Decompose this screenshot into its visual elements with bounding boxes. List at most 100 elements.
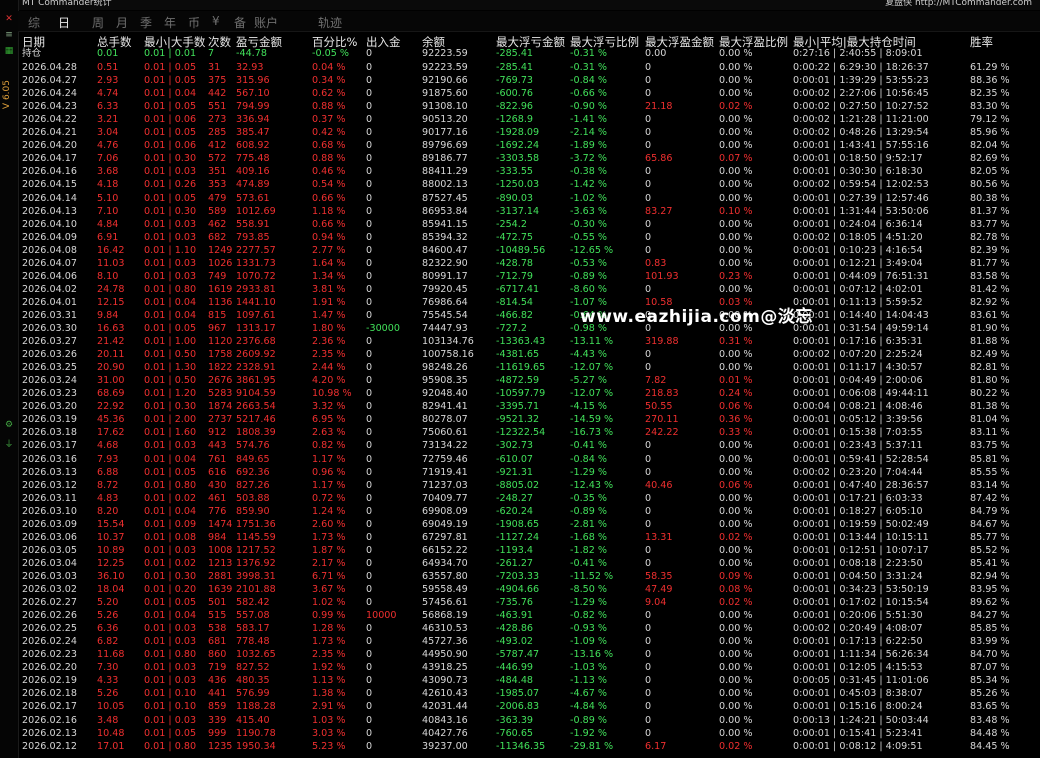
table-cell: 85.96 % bbox=[970, 127, 1010, 139]
table-cell: 0.01 | 0.05 bbox=[144, 323, 197, 334]
table-row[interactable]: 2026.03.13 6.88 0.01 | 0.05 616 692.36 0.96 %… bbox=[22, 466, 1040, 479]
table-cell: -1268.9 bbox=[496, 114, 534, 126]
table-cell: 0.42 % bbox=[312, 127, 346, 139]
table-row[interactable]: 2026.02.27 5.20 0.01 | 0.05 501 582.42 1.02 %… bbox=[22, 596, 1040, 609]
tab-4[interactable]: 季 bbox=[140, 14, 152, 31]
table-row[interactable]: 2026.03.10 8.20 0.01 | 0.04 776 859.90 1.24 %… bbox=[22, 505, 1040, 518]
table-cell: 17.62 bbox=[97, 427, 125, 439]
table-row[interactable]: 2026.03.02 18.04 0.01 | 0.20 1639 2101.88 3.6… bbox=[22, 583, 1040, 596]
table-row[interactable]: 2026.04.08 16.42 0.01 | 1.10 1249 2277.57 2.7… bbox=[22, 244, 1040, 257]
table-row[interactable]: 2026.02.19 4.33 0.01 | 0.03 436 480.35 1.13 %… bbox=[22, 674, 1040, 687]
table-cell: 101.93 bbox=[645, 270, 679, 282]
table-row[interactable]: 2026.03.31 9.84 0.01 | 0.04 815 1097.61 1.47 … bbox=[22, 309, 1040, 322]
table-cell: 0:00:01 | 0:08:18 | 2:23:50 bbox=[793, 557, 923, 569]
table-row[interactable]: 2026.04.24 4.74 0.01 | 0.04 442 567.10 0.62 %… bbox=[22, 87, 1040, 100]
table-row[interactable]: 2026.02.12 17.01 0.01 | 0.80 1235 1950.34 5.2… bbox=[22, 740, 1040, 753]
table-row[interactable]: 2026.03.11 4.83 0.01 | 0.02 461 503.88 0.72 %… bbox=[22, 492, 1040, 505]
table-cell: 82.39 % bbox=[970, 244, 1010, 256]
table-row[interactable]: 2026.02.25 6.36 0.01 | 0.03 538 583.17 1.28 %… bbox=[22, 622, 1040, 635]
table-cell: 567.10 bbox=[236, 88, 270, 100]
table-row[interactable]: 2026.03.06 10.37 0.01 | 0.08 984 1145.59 1.73… bbox=[22, 531, 1040, 544]
table-row[interactable]: 2026.04.01 12.15 0.01 | 0.04 1136 1441.10 1.9… bbox=[22, 296, 1040, 309]
table-row[interactable]: 2026.03.17 4.68 0.01 | 0.03 443 574.76 0.82 %… bbox=[22, 439, 1040, 452]
table-row[interactable]: 2026.03.03 36.10 0.01 | 0.30 2881 3998.31 6.7… bbox=[22, 570, 1040, 583]
tab-5[interactable]: 年 bbox=[164, 14, 176, 31]
table-row[interactable]: 2026.03.16 7.93 0.01 | 0.04 761 849.65 1.17 %… bbox=[22, 453, 1040, 466]
table-row[interactable]: 2026.03.19 45.36 0.01 | 2.00 2737 5217.46 6.9… bbox=[22, 413, 1040, 426]
tab-9[interactable]: 账户 bbox=[254, 14, 278, 31]
table-row[interactable]: 2026.02.23 11.68 0.01 | 0.80 860 1032.65 2.35… bbox=[22, 648, 1040, 661]
table-row[interactable]: 2026.02.17 10.05 0.01 | 0.10 859 1188.28 2.91… bbox=[22, 700, 1040, 713]
table-row[interactable]: 2026.03.12 8.72 0.01 | 0.80 430 827.26 1.17 %… bbox=[22, 479, 1040, 492]
table-row[interactable]: 2026.02.20 7.30 0.01 | 0.03 719 827.52 1.92 %… bbox=[22, 661, 1040, 674]
table-row[interactable]: 2026.02.18 5.26 0.01 | 0.10 441 576.99 1.38 %… bbox=[22, 687, 1040, 700]
table-row[interactable]: 2026.04.27 2.93 0.01 | 0.05 375 315.96 0.34 %… bbox=[22, 74, 1040, 87]
tab-1[interactable]: 日 bbox=[58, 14, 70, 31]
table-row[interactable]: 2026.04.07 11.03 0.01 | 0.03 1026 1331.73 1.6… bbox=[22, 257, 1040, 270]
table-cell: -760.65 bbox=[496, 727, 534, 739]
table-cell: 2026.04.15 bbox=[22, 179, 77, 191]
table-cell: 0.01 | 0.03 bbox=[144, 662, 197, 674]
table-row[interactable]: 2026.04.09 6.91 0.01 | 0.03 682 793.85 0.94 %… bbox=[22, 231, 1040, 244]
table-cell: 6.88 bbox=[97, 466, 119, 478]
table-cell: 0.00 % bbox=[719, 440, 753, 452]
grid-icon[interactable]: ▦ bbox=[4, 46, 14, 56]
table-cell: 71237.03 bbox=[422, 479, 468, 491]
table-row[interactable]: 2026.03.30 16.63 0.01 | 0.05 967 1313.17 1.80… bbox=[22, 322, 1040, 335]
table-row[interactable]: 2026.04.14 5.10 0.01 | 0.05 479 573.61 0.66 %… bbox=[22, 192, 1040, 205]
table-cell: 65.86 bbox=[645, 153, 673, 165]
table-row[interactable]: 2026.03.05 10.89 0.01 | 0.03 1008 1217.52 1.8… bbox=[22, 544, 1040, 557]
holding-cell: 0:27:16 | 2:40:55 | 8:09:01 bbox=[793, 48, 923, 59]
table-row[interactable]: 2026.02.26 5.26 0.01 | 0.04 515 557.08 0.99 %… bbox=[22, 609, 1040, 622]
table-row[interactable]: 2026.04.16 3.68 0.01 | 0.03 351 409.16 0.46 %… bbox=[22, 165, 1040, 178]
table-row[interactable]: 2026.03.27 21.42 0.01 | 1.00 1120 2376.68 2.3… bbox=[22, 335, 1040, 348]
table-cell: 351 bbox=[208, 166, 227, 178]
table-row[interactable]: 2026.03.04 12.25 0.01 | 0.02 1213 1376.92 2.1… bbox=[22, 557, 1040, 570]
table-row[interactable]: 2026.04.20 4.76 0.01 | 0.06 412 608.92 0.68 %… bbox=[22, 139, 1040, 152]
table-cell: 84.45 % bbox=[970, 740, 1010, 752]
list-icon[interactable]: ≡ bbox=[4, 30, 14, 40]
holding-row[interactable]: 持仓 0.01 0.01 | 0.01 7 -44.78 -0.05 % 0 92223.59… bbox=[22, 47, 1040, 60]
table-row[interactable]: 2026.03.09 15.54 0.01 | 0.09 1474 1751.36 2.6… bbox=[22, 518, 1040, 531]
table-cell: 31.00 bbox=[97, 375, 125, 387]
table-cell: 21.18 bbox=[645, 101, 673, 113]
close-icon[interactable]: ✕ bbox=[4, 14, 14, 24]
tab-10[interactable]: 轨迹 bbox=[318, 14, 342, 31]
table-row[interactable]: 2026.04.22 3.21 0.01 | 0.06 273 336.94 0.37 %… bbox=[22, 113, 1040, 126]
table-row[interactable]: 2026.04.21 3.04 0.01 | 0.05 285 385.47 0.42 %… bbox=[22, 126, 1040, 139]
table-row[interactable]: 2026.03.26 20.11 0.01 | 0.50 1758 2609.92 2.3… bbox=[22, 348, 1040, 361]
table-row[interactable]: 2026.03.25 20.90 0.01 | 1.30 1822 2328.91 2.4… bbox=[22, 361, 1040, 374]
table-row[interactable]: 2026.04.02 24.78 0.01 | 0.80 1619 2933.81 3.8… bbox=[22, 283, 1040, 296]
table-row[interactable]: 2026.03.20 22.92 0.01 | 0.30 1874 2663.54 3.3… bbox=[22, 400, 1040, 413]
table-cell: 860 bbox=[208, 649, 227, 661]
tab-0[interactable]: 综 bbox=[28, 14, 40, 31]
table-row[interactable]: 2026.03.24 31.00 0.01 | 0.50 2676 3861.95 4.2… bbox=[22, 374, 1040, 387]
filter-icon[interactable]: ⏚ bbox=[4, 440, 14, 450]
table-cell: 1032.65 bbox=[236, 649, 276, 661]
tab-8[interactable]: 备 bbox=[234, 14, 246, 31]
table-cell: 82.04 % bbox=[970, 140, 1010, 152]
tab-2[interactable]: 周 bbox=[92, 14, 104, 31]
table-row[interactable]: 2026.02.16 3.48 0.01 | 0.03 339 415.40 1.03 %… bbox=[22, 714, 1040, 727]
table-row[interactable]: 2026.04.06 8.10 0.01 | 0.03 749 1070.72 1.34 … bbox=[22, 270, 1040, 283]
table-row[interactable]: 2026.03.23 68.69 0.01 | 1.20 5283 9104.59 10.… bbox=[22, 387, 1040, 400]
table-row[interactable]: 2026.04.10 4.84 0.01 | 0.03 462 558.91 0.66 %… bbox=[22, 218, 1040, 231]
table-row[interactable]: 2026.04.28 0.51 0.01 | 0.05 31 32.93 0.04 % 0 9… bbox=[22, 61, 1040, 74]
tab-3[interactable]: 月 bbox=[116, 14, 128, 31]
table-row[interactable]: 2026.03.18 17.62 0.01 | 1.60 912 1808.39 2.63… bbox=[22, 426, 1040, 439]
table-row[interactable]: 2026.02.13 10.48 0.01 | 0.05 999 1190.78 3.03… bbox=[22, 727, 1040, 740]
table-cell: 0 bbox=[366, 231, 373, 243]
table-cell: 1.24 % bbox=[312, 505, 346, 517]
settings-icon[interactable]: ⚙ bbox=[4, 420, 14, 430]
table-cell: -5787.47 bbox=[496, 649, 540, 661]
tab-7[interactable]: ¥ bbox=[212, 14, 220, 28]
table-row[interactable]: 2026.04.15 4.18 0.01 | 0.26 353 474.89 0.54 %… bbox=[22, 178, 1040, 191]
table-row[interactable]: 2026.02.24 6.82 0.01 | 0.03 681 778.48 1.73 %… bbox=[22, 635, 1040, 648]
table-cell: 0.00 % bbox=[719, 557, 753, 569]
tab-6[interactable]: 币 bbox=[188, 14, 200, 31]
table-row[interactable]: 2026.04.17 7.06 0.01 | 0.30 572 775.48 0.88 %… bbox=[22, 152, 1040, 165]
table-row[interactable]: 2026.04.13 7.10 0.01 | 0.30 589 1012.69 1.18 … bbox=[22, 205, 1040, 218]
table-cell: 0 bbox=[645, 623, 652, 635]
table-row[interactable]: 2026.04.23 6.33 0.01 | 0.05 551 794.99 0.88 %… bbox=[22, 100, 1040, 113]
table-cell: -10597.79 bbox=[496, 388, 546, 400]
